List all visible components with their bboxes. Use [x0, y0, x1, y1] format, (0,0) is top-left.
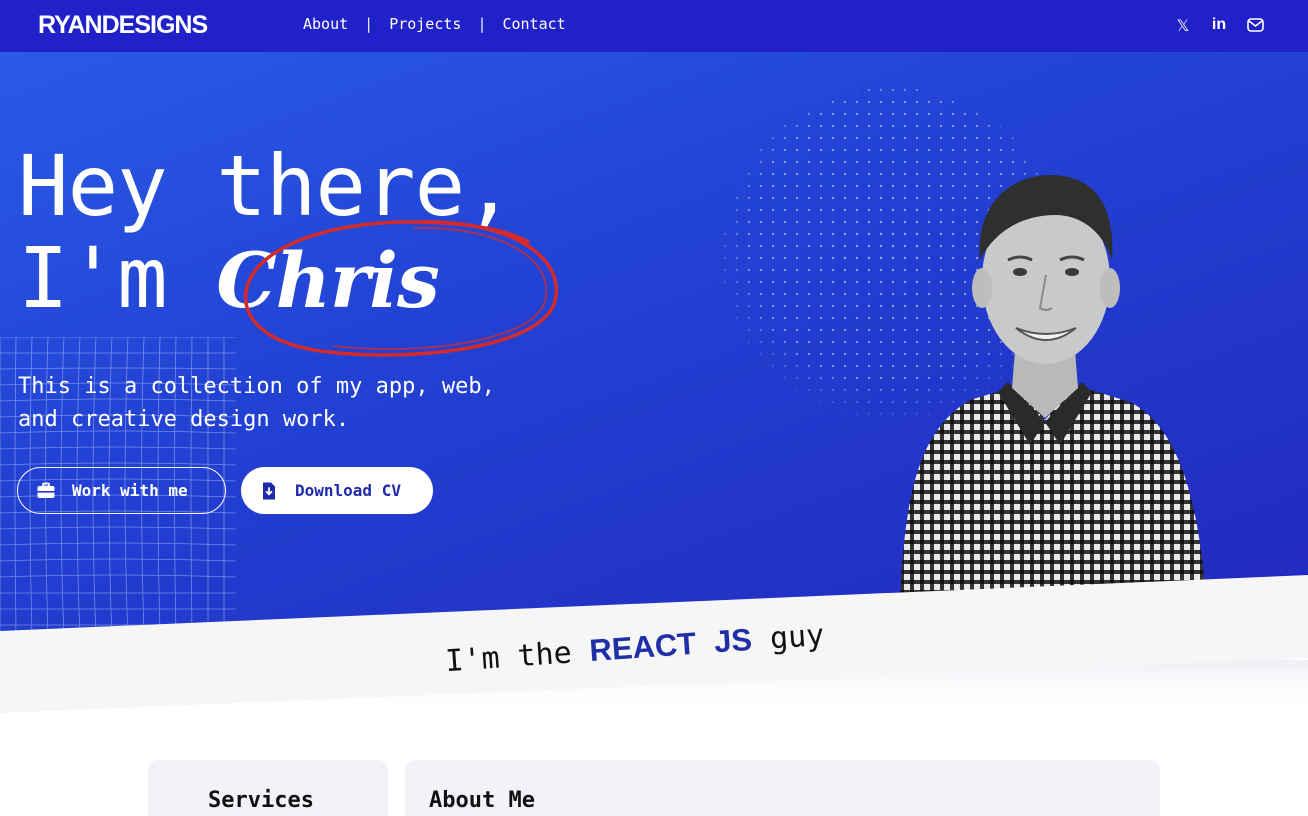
intro-line-1: This is a collection of my app, web, [18, 374, 495, 399]
nav-link-about[interactable]: About [303, 15, 348, 33]
tagline-highlight-react: REACT [588, 625, 698, 669]
top-nav: RYANDESIGNS About | Projects | Contact 𝕏… [0, 0, 1308, 52]
nav-link-contact[interactable]: Contact [502, 15, 565, 33]
about-me-card: About Me [405, 760, 1160, 816]
mail-icon[interactable] [1246, 14, 1264, 36]
nav-separator: | [477, 15, 487, 33]
name-circle-marker [243, 220, 558, 357]
nav-link-projects[interactable]: Projects [389, 15, 461, 33]
work-with-me-label: Work with me [72, 481, 188, 500]
work-with-me-button[interactable]: Work with me [17, 467, 226, 514]
file-download-icon [259, 481, 279, 501]
nav-links: About | Projects | Contact [303, 15, 566, 33]
briefcase-icon [36, 481, 56, 501]
site-logo[interactable]: RYANDESIGNS [38, 11, 208, 40]
tagline-highlight-js: JS [712, 621, 754, 660]
tagline-suffix: guy [768, 617, 826, 657]
hero-section: Hey there, I'm Chris This is a collectio… [0, 52, 1308, 652]
profile-portrait [900, 175, 1206, 600]
x-icon[interactable]: 𝕏 [1174, 14, 1192, 36]
services-title: Services [208, 788, 314, 813]
about-me-title: About Me [429, 788, 535, 813]
nav-separator: | [364, 15, 374, 33]
hero-intro: This is a collection of my app, web, and… [18, 370, 578, 436]
headline-prefix: I'm [18, 229, 217, 327]
linkedin-icon[interactable]: in [1210, 14, 1228, 36]
social-links: 𝕏 in [1174, 14, 1264, 36]
download-cv-label: Download CV [295, 481, 401, 500]
services-card: Services [148, 760, 388, 816]
intro-line-2: and creative design work. [18, 407, 350, 432]
download-cv-button[interactable]: Download CV [241, 467, 433, 514]
